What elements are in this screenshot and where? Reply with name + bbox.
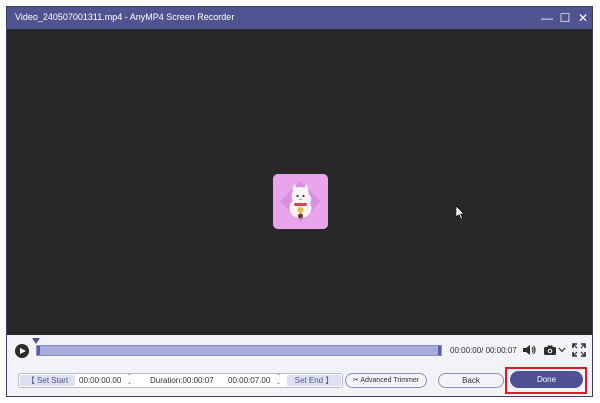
start-time-stepper[interactable]: ⌃ ⌄ — [126, 374, 133, 387]
done-button[interactable]: Done — [510, 371, 583, 388]
cat-thumbnail-icon — [273, 174, 328, 229]
minimize-button[interactable]: — — [538, 10, 556, 26]
bracket-left-icon: 【 — [26, 376, 38, 385]
trim-end-handle[interactable] — [438, 346, 441, 355]
time-display: 00:00:00/ 00:00:07 — [450, 346, 517, 355]
close-button[interactable]: ✕ — [574, 10, 592, 26]
title-bar: Video_240507001311.mp4 - AnyMP4 Screen R… — [7, 7, 592, 29]
timeline-track[interactable] — [36, 345, 442, 356]
end-time-field[interactable]: 00:00:07.00 — [228, 375, 270, 386]
back-button[interactable]: Back — [438, 373, 504, 388]
set-end-label: Set End — [294, 376, 324, 385]
advanced-trimmer-label: Advanced Trimmer — [360, 377, 420, 384]
trim-start-handle[interactable] — [37, 346, 40, 355]
recorder-window: Video_240507001311.mp4 - AnyMP4 Screen R… — [7, 7, 592, 396]
start-time-field[interactable]: 00:00:00.00 — [79, 375, 121, 386]
video-preview[interactable] — [7, 29, 592, 335]
set-start-button[interactable]: 【 Set Start — [20, 375, 75, 386]
trim-segment-box: 【 Set Start 00:00:00.00 ⌃ ⌄ Duration:00:0… — [18, 373, 343, 388]
maximize-button[interactable]: ☐ — [556, 10, 574, 26]
chevron-down-icon[interactable] — [558, 347, 566, 353]
end-time-stepper[interactable]: ⌃ ⌄ — [275, 374, 282, 387]
fullscreen-icon[interactable] — [572, 343, 586, 357]
set-start-label: Set Start — [37, 376, 69, 385]
mouse-cursor-icon — [456, 206, 465, 220]
playhead-marker[interactable] — [32, 338, 40, 344]
timeline-bar: 00:00:00/ 00:00:07 — [7, 335, 592, 365]
trim-controls: 【 Set Start 00:00:00.00 ⌃ ⌄ Duration:00:0… — [7, 365, 592, 396]
bracket-right-icon: 】 — [323, 376, 334, 385]
volume-icon[interactable] — [522, 343, 536, 357]
window-title: Video_240507001311.mp4 - AnyMP4 Screen R… — [15, 12, 235, 22]
play-icon[interactable] — [15, 344, 29, 358]
advanced-trimmer-button[interactable]: ✂ Advanced Trimmer — [345, 373, 427, 388]
duration-text: Duration:00:00:07 — [150, 376, 214, 385]
set-end-button[interactable]: Set End 】 — [287, 375, 341, 386]
camera-icon[interactable] — [543, 343, 557, 357]
